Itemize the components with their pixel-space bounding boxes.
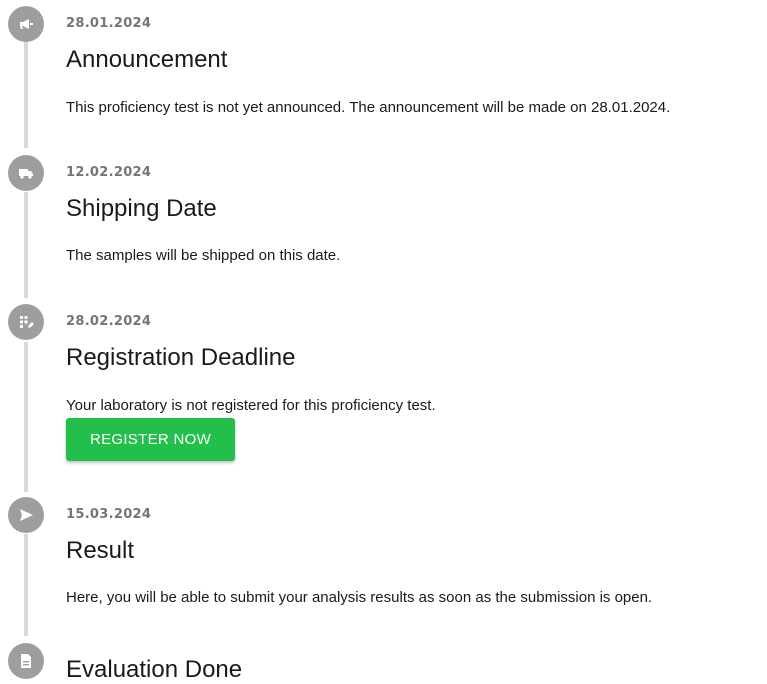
register-now-button[interactable]: REGISTER NOW [66, 418, 235, 461]
step-description: The samples will be shipped on this date… [66, 247, 341, 264]
step-date: 15.03.2024 [66, 507, 152, 522]
step-title: Result [66, 537, 135, 564]
document-icon [8, 643, 44, 679]
step-title: Evaluation Done [66, 656, 243, 683]
timeline-connector [24, 42, 28, 148]
step-date: 28.02.2024 [66, 314, 152, 329]
step-date: 12.02.2024 [66, 165, 152, 180]
step-description: Here, you will be able to submit your an… [66, 589, 653, 606]
step-description: Your laboratory is not registered for th… [66, 397, 436, 414]
timeline-connector [24, 534, 28, 636]
step-description: This proficiency test is not yet announc… [66, 99, 671, 116]
timeline: 28.01.2024 Announcement This proficiency… [0, 0, 767, 683]
timeline-connector [24, 192, 28, 298]
step-title: Registration Deadline [66, 344, 296, 371]
truck-icon [8, 155, 44, 191]
send-icon [8, 497, 44, 533]
step-date: 28.01.2024 [66, 16, 152, 31]
calendar-grid-icon [8, 304, 44, 340]
step-title: Announcement [66, 46, 228, 73]
megaphone-icon [8, 6, 44, 42]
step-title: Shipping Date [66, 195, 217, 222]
timeline-connector [24, 342, 28, 492]
